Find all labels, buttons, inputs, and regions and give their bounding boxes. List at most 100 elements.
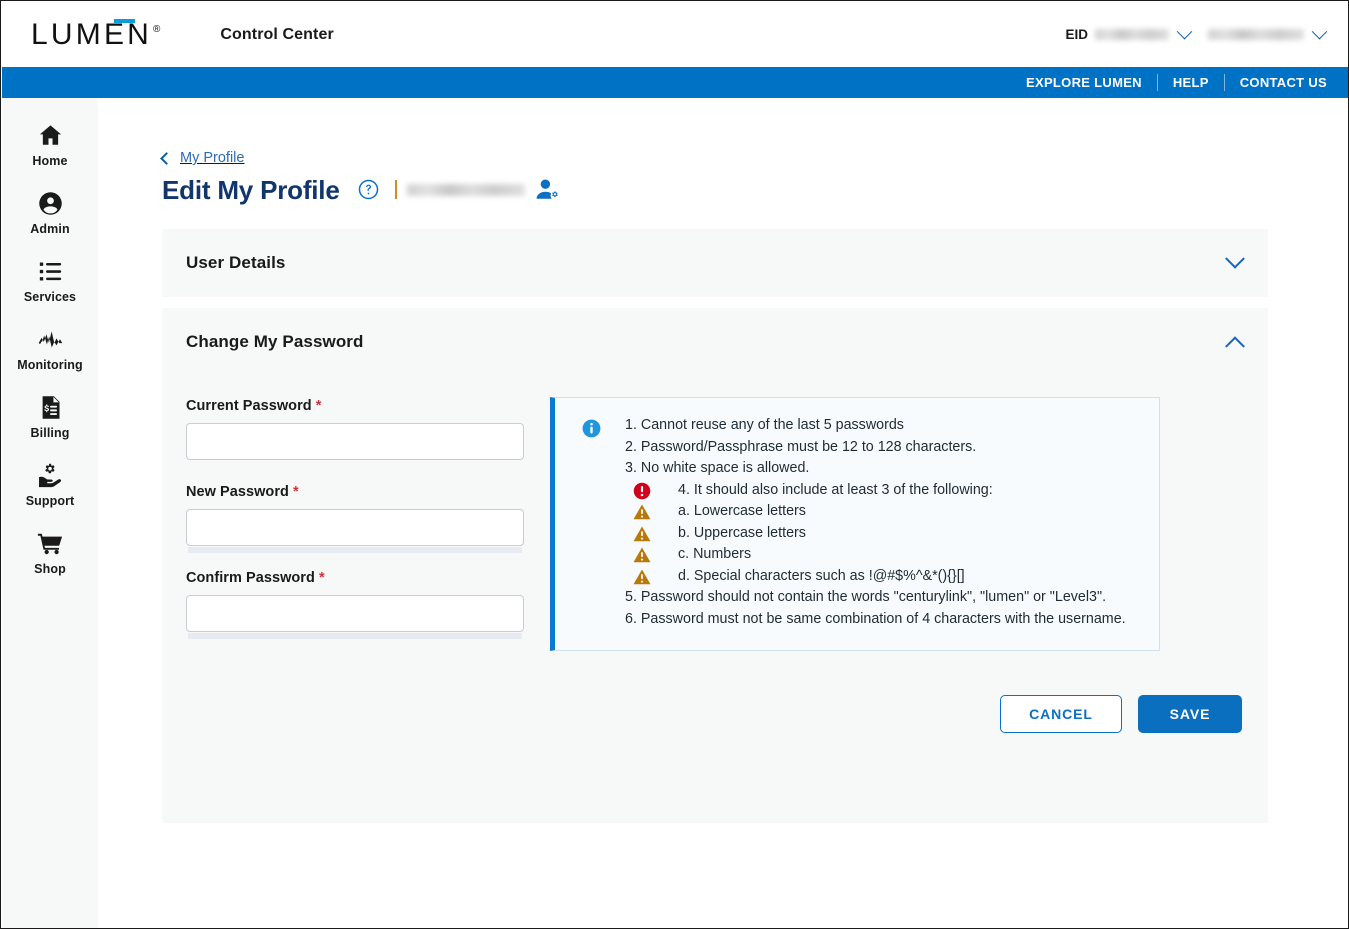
required-marker: * — [319, 570, 325, 587]
nav-link-help[interactable]: HELP — [1158, 76, 1224, 89]
page-header: Edit My Profile — [162, 174, 1348, 205]
user-name-redacted — [1208, 29, 1304, 40]
sidebar-item-support[interactable]: Support — [2, 452, 98, 520]
rule-item: b. Uppercase letters — [625, 523, 1126, 545]
user-chevron-down-icon[interactable] — [1311, 23, 1328, 40]
sidebar-label-services: Services — [23, 290, 77, 304]
sidebar-nav: Home Admin Services Monitoring Billing S… — [2, 98, 98, 928]
rule-text: b. Uppercase letters — [678, 524, 806, 541]
rule-item: 5. Password should not contain the words… — [625, 589, 1107, 606]
sidebar-label-billing: Billing — [30, 426, 70, 440]
warning-icon — [633, 525, 651, 543]
top-header-bar: LUMEN ® Control Center EID — [2, 2, 1348, 67]
lumen-logo[interactable]: LUMEN ® — [31, 17, 161, 51]
logo-accent-bar — [114, 18, 135, 23]
logo-registered-mark: ® — [153, 23, 161, 35]
rule-item: 3. No white space is allowed. — [625, 460, 810, 477]
app-title: Control Center — [220, 25, 334, 43]
user-circle-icon — [37, 190, 64, 217]
confirm-password-input[interactable] — [186, 595, 524, 633]
eid-label: EID — [1065, 27, 1088, 42]
nav-divider — [1156, 74, 1158, 91]
label-current-password: Current Password * — [186, 398, 526, 414]
save-button[interactable]: SAVE — [1138, 695, 1242, 734]
nav-link-explore-lumen[interactable]: EXPLORE LUMEN — [1011, 76, 1157, 89]
utility-nav-bar: EXPLORE LUMEN HELP CONTACT US — [2, 67, 1348, 98]
current-password-input[interactable] — [186, 423, 524, 461]
label-confirm-password: Confirm Password * — [186, 570, 526, 586]
warning-icon — [633, 503, 651, 521]
rule-text: a. Lowercase letters — [678, 503, 806, 520]
profile-name-redacted — [406, 183, 525, 196]
warning-icon — [633, 546, 651, 564]
user-details-chevron-down-icon[interactable] — [1225, 248, 1245, 269]
user-settings-icon[interactable] — [535, 178, 560, 201]
confirm-password-strength-meter — [188, 633, 522, 640]
rule-text: d. Special characters such as !@#$%^&*()… — [678, 567, 965, 584]
app-window: LUMEN ® Control Center EID EXPLORE LUMEN… — [0, 0, 1349, 929]
sidebar-label-monitoring: Monitoring — [17, 358, 83, 372]
label-new-password: New Password * — [186, 484, 526, 500]
new-password-strength-meter — [188, 547, 522, 554]
rule-item: d. Special characters such as !@#$%^&*()… — [625, 566, 1126, 588]
sidebar-item-billing[interactable]: Billing — [2, 384, 98, 452]
sidebar-label-shop: Shop — [34, 562, 66, 576]
warning-icon — [633, 568, 651, 586]
sidebar-item-admin[interactable]: Admin — [2, 180, 98, 248]
rule-item: 4. It should also include at least 3 of … — [625, 480, 1126, 502]
user-details-header[interactable]: User Details — [162, 229, 1268, 297]
sidebar-item-services[interactable]: Services — [2, 248, 98, 316]
pulse-icon — [37, 326, 64, 353]
field-new-password: New Password * — [186, 484, 526, 554]
breadcrumb-label: My Profile — [180, 150, 245, 166]
question-circle-icon[interactable] — [358, 179, 379, 200]
page-title: Edit My Profile — [162, 174, 340, 205]
rule-text: 4. It should also include at least 3 of … — [678, 481, 993, 498]
eid-value-redacted — [1095, 29, 1169, 40]
required-marker: * — [293, 484, 299, 501]
invoice-icon — [37, 394, 64, 421]
title-divider — [394, 180, 397, 200]
change-password-title: Change My Password — [186, 332, 364, 352]
error-icon — [633, 482, 651, 500]
sidebar-item-monitoring[interactable]: Monitoring — [2, 316, 98, 384]
password-rules-box: 1. Cannot reuse any of the last 5 passwo… — [550, 397, 1160, 652]
nav-link-contact-us[interactable]: CONTACT US — [1225, 76, 1348, 89]
change-password-header[interactable]: Change My Password — [162, 308, 1268, 376]
list-icon — [37, 258, 64, 285]
section-change-password: Change My Password Current Password * Ne… — [162, 308, 1268, 824]
sidebar-label-admin: Admin — [30, 222, 70, 236]
sidebar-item-shop[interactable]: Shop — [2, 520, 98, 588]
breadcrumb-my-profile[interactable]: My Profile — [160, 150, 245, 166]
nav-divider — [1223, 74, 1225, 91]
logo-wordmark: LUMEN — [31, 17, 153, 51]
password-rules-panel: 1. Cannot reuse any of the last 5 passwo… — [550, 376, 1160, 656]
change-password-chevron-up-icon[interactable] — [1225, 336, 1245, 357]
sidebar-item-home[interactable]: Home — [2, 112, 98, 180]
cart-icon — [37, 530, 64, 557]
info-circle-icon — [582, 419, 601, 438]
eid-chevron-down-icon[interactable] — [1176, 23, 1193, 40]
form-actions: CANCEL SAVE — [162, 656, 1242, 734]
rule-item: 2. Password/Passphrase must be 12 to 128… — [625, 438, 977, 455]
cancel-button[interactable]: CANCEL — [1000, 695, 1122, 734]
rule-item: c. Numbers — [625, 544, 1126, 566]
label-text-new-password: New Password — [186, 484, 289, 501]
sidebar-label-home: Home — [32, 154, 68, 168]
main-content: My Profile Edit My Profile User Details … — [98, 98, 1348, 928]
field-confirm-password: Confirm Password * — [186, 570, 526, 640]
label-text-current-password: Current Password — [186, 398, 312, 415]
password-rules-list: 1. Cannot reuse any of the last 5 passwo… — [625, 415, 1126, 630]
change-password-body: Current Password * New Password * Confir… — [162, 376, 1268, 656]
home-icon — [37, 122, 64, 149]
account-controls: EID — [1065, 23, 1328, 42]
password-form: Current Password * New Password * Confir… — [186, 376, 526, 656]
rule-item: 6. Password must not be same combination… — [625, 610, 1126, 627]
rule-item: a. Lowercase letters — [625, 501, 1126, 523]
rule-text: c. Numbers — [678, 546, 752, 563]
label-text-confirm-password: Confirm Password — [186, 570, 315, 587]
section-user-details: User Details — [162, 229, 1268, 298]
field-current-password: Current Password * — [186, 398, 526, 467]
new-password-input[interactable] — [186, 509, 524, 547]
sidebar-label-support: Support — [25, 494, 75, 508]
